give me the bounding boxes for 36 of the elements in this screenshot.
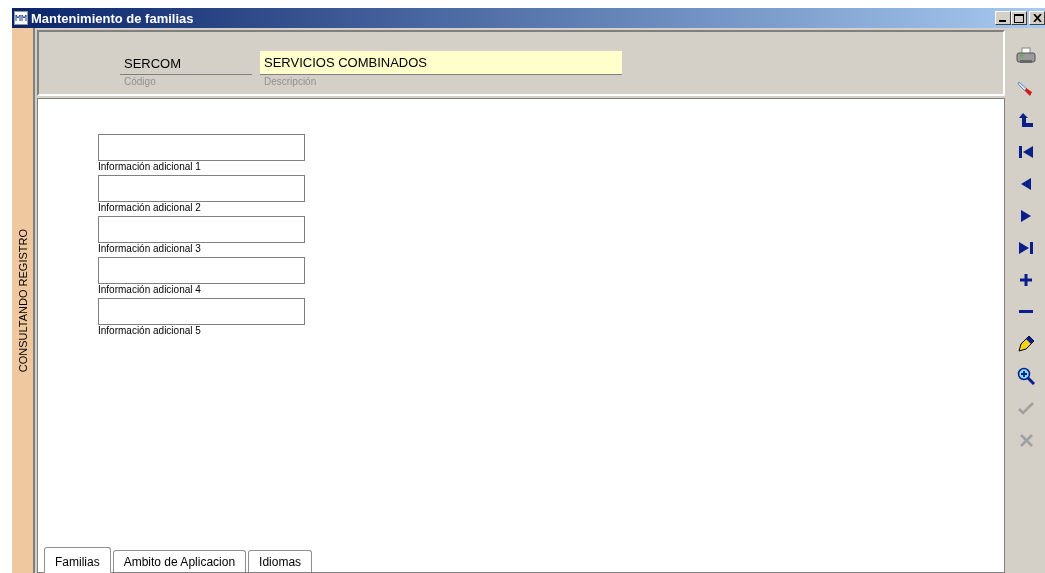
tab[interactable]: Ambito de Aplicacion [112, 550, 247, 572]
input-field[interactable] [98, 298, 305, 325]
field-label: Información adicional 1 [98, 161, 202, 174]
field-label: Descripción [263, 76, 318, 87]
input-field[interactable] [98, 134, 305, 161]
first-record-icon[interactable] [1018, 145, 1034, 159]
plus-icon[interactable] [1020, 274, 1032, 286]
maximize-icon [1014, 13, 1024, 23]
code-field[interactable]: SERCOM [120, 51, 252, 75]
input-field[interactable] [98, 175, 305, 202]
next-icon[interactable] [1019, 209, 1033, 223]
description-field[interactable]: SERVICIOS COMBINADOS [260, 51, 622, 75]
brush-icon[interactable] [1017, 79, 1035, 97]
return-arrow-icon[interactable] [1018, 112, 1034, 128]
input-field[interactable] [98, 257, 305, 284]
field-label: Información adicional 5 [98, 325, 202, 338]
field-label: Código [123, 76, 157, 87]
input-field[interactable] [98, 216, 305, 243]
minus-icon[interactable] [1019, 310, 1033, 314]
tab[interactable]: Familias [44, 547, 111, 573]
search-icon[interactable] [1017, 367, 1035, 385]
field-label: Información adicional 4 [98, 284, 202, 297]
field-label: Información adicional 2 [98, 202, 202, 215]
last-record-icon[interactable] [1018, 241, 1034, 255]
minimize-button[interactable] [995, 11, 1011, 25]
close-button[interactable] [1029, 11, 1045, 25]
tab[interactable]: Idiomas [248, 550, 313, 572]
pencil-icon[interactable] [1017, 335, 1035, 353]
maximize-button[interactable] [1011, 11, 1027, 25]
mode-label: CONSULTANDO REGISTRO [16, 228, 29, 373]
previous-icon[interactable] [1019, 177, 1033, 191]
app-logo-icon [14, 11, 28, 25]
printer-icon[interactable] [1016, 47, 1036, 65]
close-icon [1032, 14, 1042, 22]
field-label: Información adicional 3 [98, 243, 202, 256]
window-title: Mantenimiento de familias [31, 10, 194, 26]
